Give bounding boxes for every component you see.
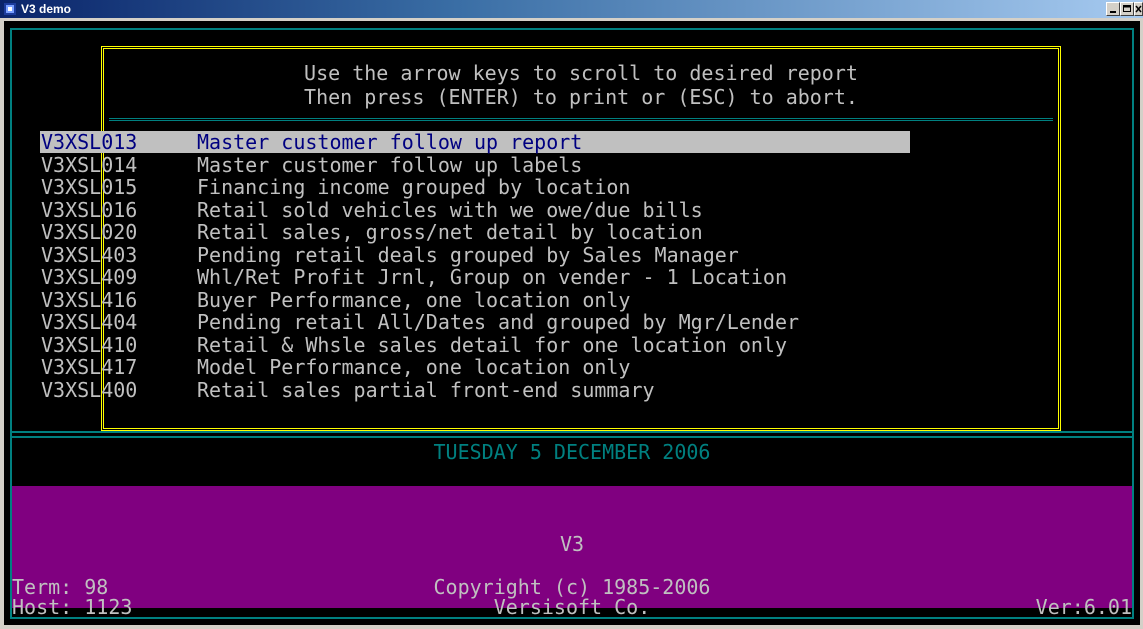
window-title: V3 demo [21, 2, 72, 16]
instruction-line-1: Use the arrow keys to scroll to desired … [304, 61, 858, 85]
report-row[interactable]: V3XSL014 Master customer follow up labels [41, 152, 921, 177]
report-row[interactable]: V3XSL020 Retail sales, gross/net detail b… [41, 221, 921, 244]
report-description: Whl/Ret Profit Jrnl, Group on vender - 1… [197, 265, 788, 289]
report-row[interactable]: V3XSL416 Buyer Performance, one location … [41, 287, 921, 312]
maximize-button[interactable] [1120, 2, 1134, 16]
report-code: V3XSL403 [41, 242, 138, 267]
report-code: V3XSL404 [41, 310, 138, 334]
report-code: V3XSL416 [41, 287, 138, 312]
close-button[interactable] [1134, 2, 1143, 16]
report-row[interactable]: V3XSL013 Master customer follow up report [40, 130, 921, 154]
product-name: V3 [559, 532, 585, 556]
maximize-icon [1123, 5, 1131, 12]
dialog-separator [109, 118, 1053, 121]
company-name: Versisoft Co. [493, 595, 651, 619]
report-row[interactable]: V3XSL016 Retail sold vehicles with we owe… [41, 197, 921, 222]
report-row[interactable]: V3XSL015 Financing income grouped by loca… [41, 176, 921, 199]
report-row[interactable]: V3XSL404 Pending retail All/Dates and gro… [41, 311, 921, 334]
report-description: Pending retail All/Dates and grouped by … [197, 310, 800, 334]
report-code: V3XSL409 [41, 265, 138, 289]
report-code: V3XSL013 [41, 130, 138, 154]
report-code: V3XSL020 [41, 220, 138, 244]
report-code: V3XSL016 [41, 197, 138, 222]
report-code: V3XSL015 [41, 175, 138, 199]
window-titlebar[interactable]: V3 demo [0, 0, 1143, 18]
close-icon [1135, 5, 1142, 13]
report-code: V3XSL410 [41, 332, 138, 357]
report-list[interactable]: V3XSL013 Master customer follow up report… [40, 130, 921, 402]
app-icon [4, 3, 16, 15]
report-row[interactable]: V3XSL410 Retail & Whsle sales detail for … [41, 332, 921, 357]
report-code: V3XSL014 [41, 152, 138, 177]
report-description: Retail & Whsle sales detail for one loca… [197, 332, 788, 357]
report-description: Retail sales, gross/net detail by locati… [197, 220, 703, 244]
report-description: Financing income grouped by location [197, 175, 631, 199]
version-label: Ver:6.01 [1035, 595, 1132, 619]
report-description: Model Performance, one location only [197, 355, 631, 379]
report-description: Retail sold vehicles with we owe/due bil… [197, 197, 703, 222]
terminal-screen[interactable]: Use the arrow keys to scroll to desired … [4, 21, 1140, 625]
report-description: Buyer Performance, one location only [197, 287, 631, 312]
copyright-text: Copyright (c) 1985-2006 [433, 575, 711, 599]
report-row[interactable]: V3XSL400 Retail sales partial front-end s… [41, 377, 921, 402]
report-row[interactable]: V3XSL417 Model Performance, one location … [41, 356, 921, 379]
report-description: Master customer follow up labels [197, 152, 583, 177]
report-code: V3XSL400 [41, 377, 138, 402]
minimize-icon [1110, 11, 1116, 13]
status-panel: V3 Term: 98 Host: 1123 Copyright (c) 198… [12, 486, 1132, 617]
report-description: Retail sales partial front-end summary [197, 377, 655, 402]
instruction-line-2: Then press (ENTER) to print or (ESC) to … [304, 85, 858, 109]
minimize-button[interactable] [1106, 2, 1120, 16]
report-row[interactable]: V3XSL409 Whl/Ret Profit Jrnl, Group on ve… [41, 266, 921, 289]
report-code: V3XSL417 [41, 355, 138, 379]
report-row[interactable]: V3XSL403 Pending retail deals grouped by … [41, 242, 921, 267]
report-description: Pending retail deals grouped by Sales Ma… [197, 242, 739, 267]
date-display: TUESDAY 5 DECEMBER 2006 [433, 440, 711, 464]
report-description: Master customer follow up report [197, 130, 583, 154]
